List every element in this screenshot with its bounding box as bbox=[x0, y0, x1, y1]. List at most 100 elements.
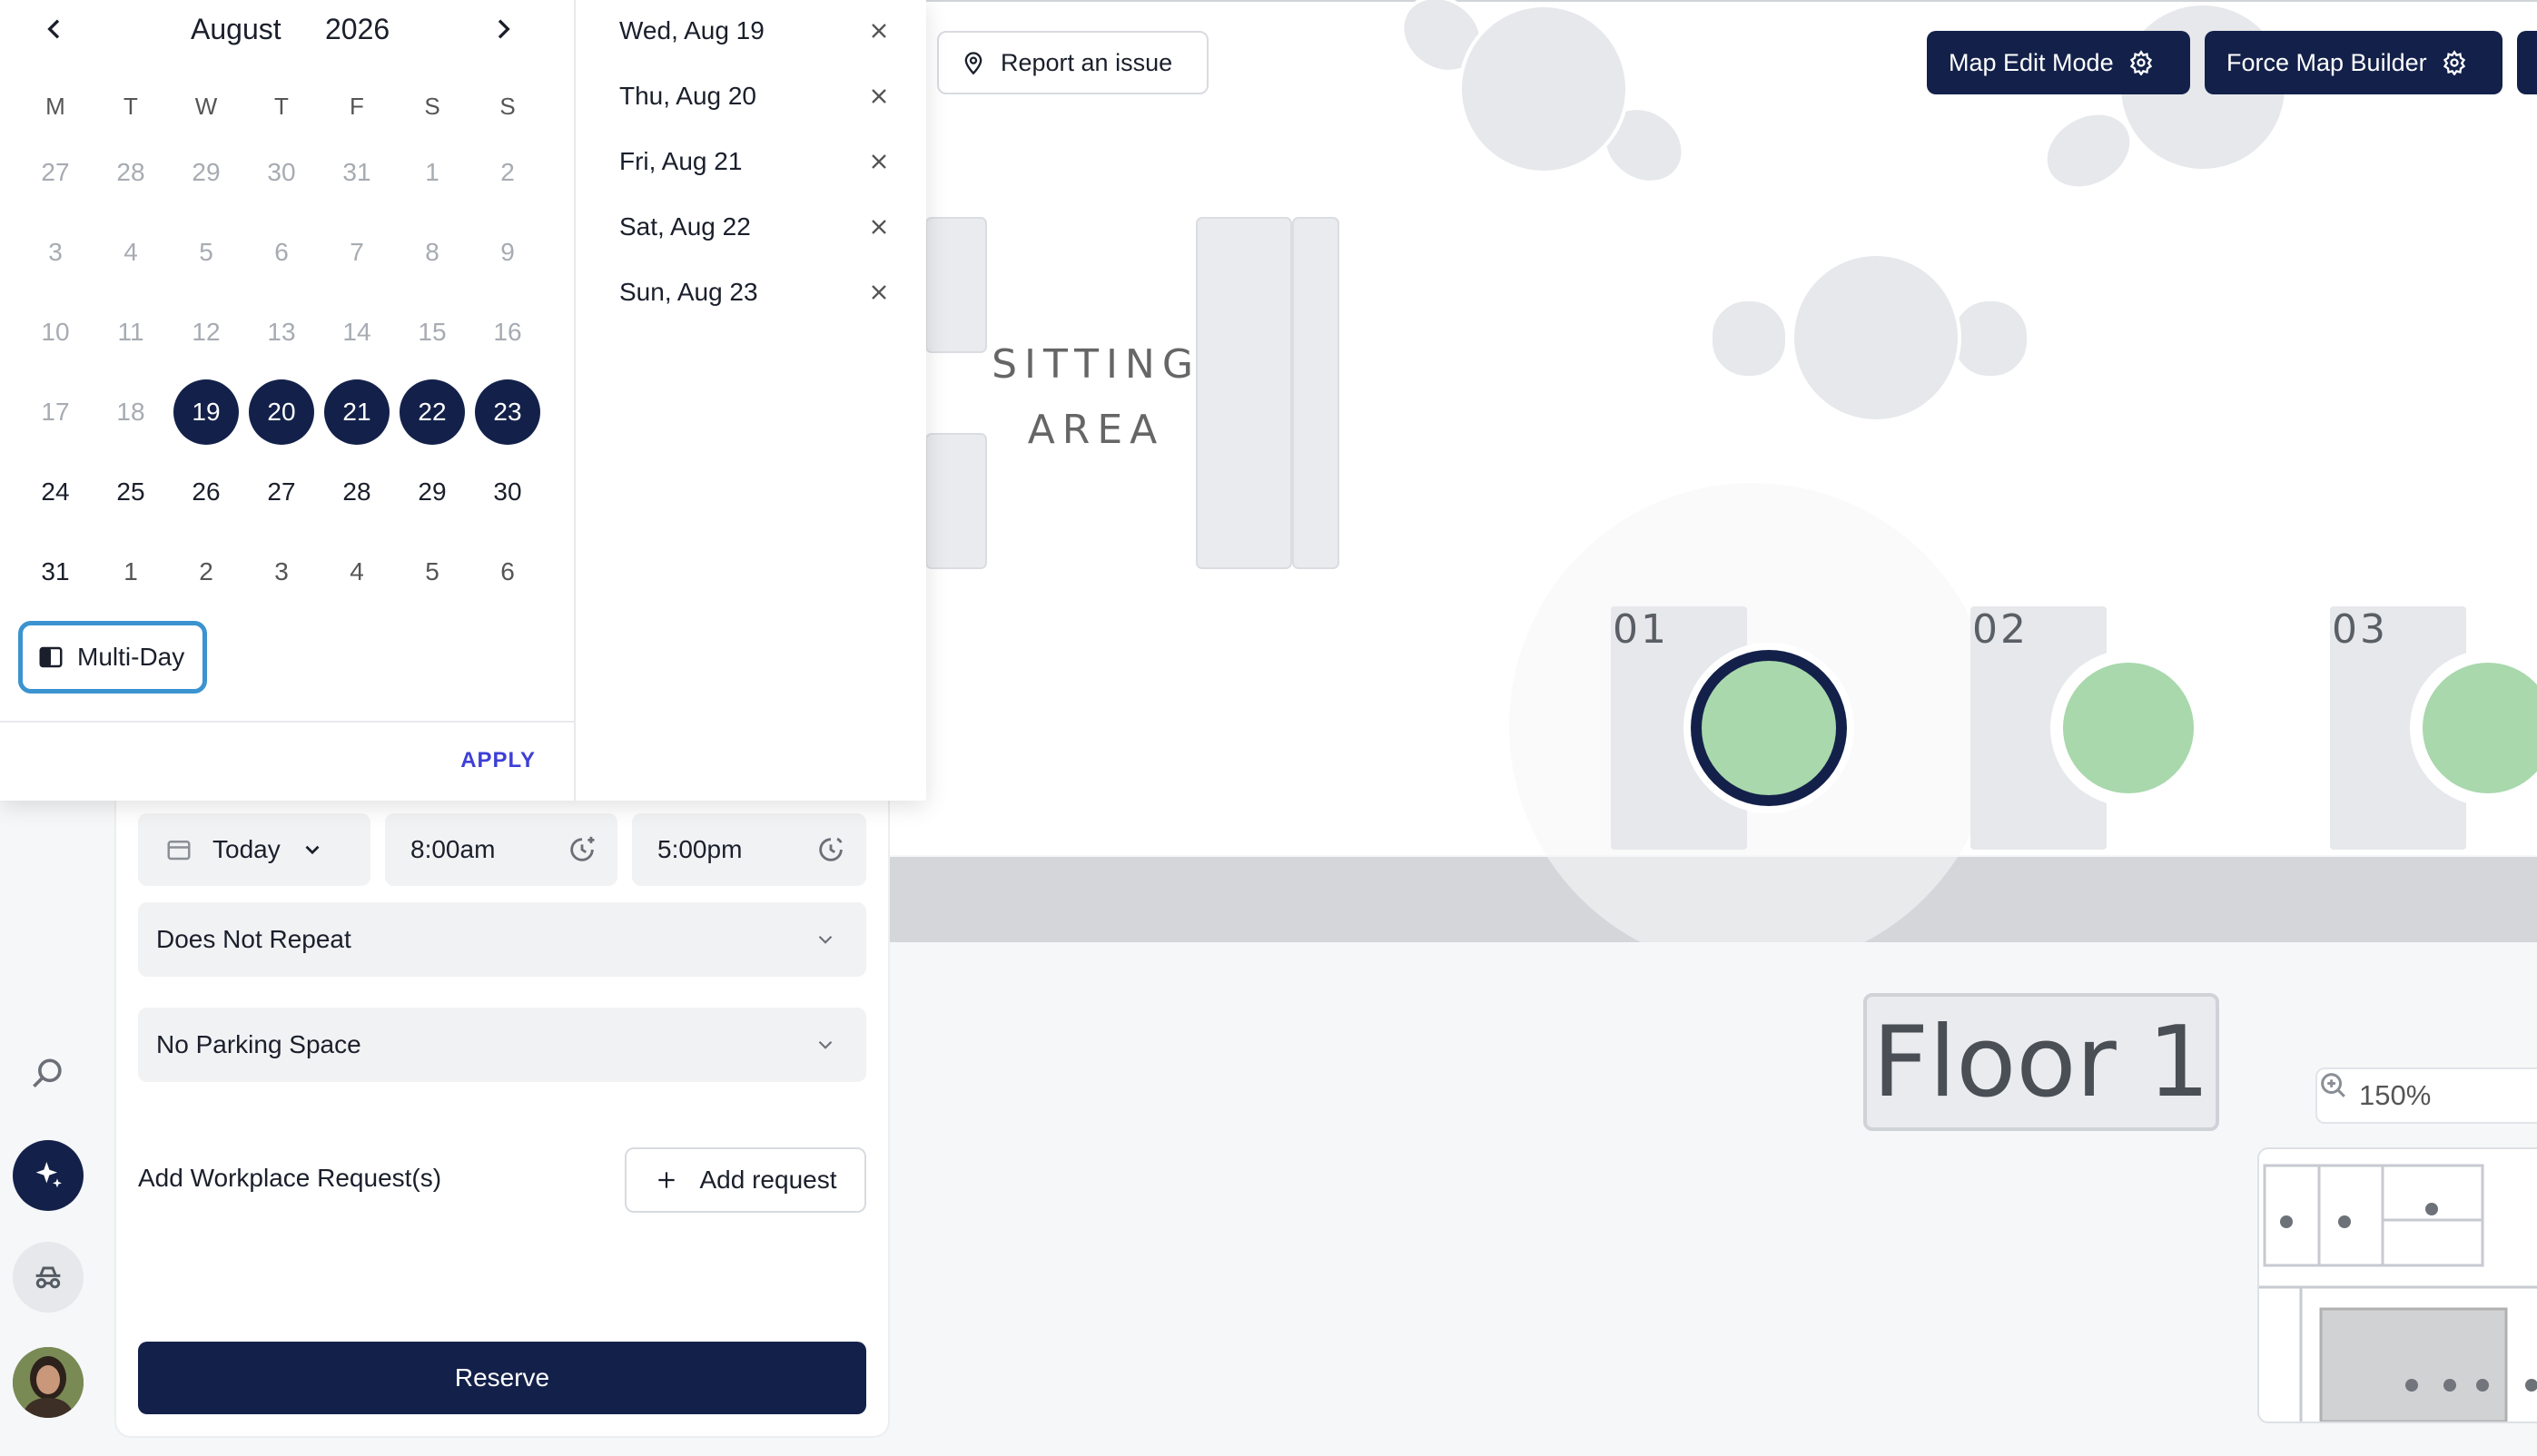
search-icon[interactable] bbox=[13, 1038, 84, 1109]
desk-label-02: 02 bbox=[1972, 606, 2029, 653]
calendar-day[interactable]: 12 bbox=[173, 300, 239, 365]
weekday-header: T bbox=[123, 93, 138, 120]
calendar-month-view: August 2026 M T W T F S S 27 28 29 30 31… bbox=[0, 0, 576, 801]
minimap[interactable] bbox=[2257, 1147, 2537, 1423]
selected-date-item: Sun, Aug 23 bbox=[619, 274, 892, 310]
calendar-day[interactable]: 27 bbox=[23, 140, 88, 205]
minimap-canvas bbox=[2259, 1164, 2537, 1422]
calendar-header: August 2026 bbox=[0, 11, 574, 51]
calendar-day[interactable]: 18 bbox=[98, 379, 163, 445]
clock-end-icon bbox=[815, 834, 846, 865]
workplace-request-label: Add Workplace Request(s) bbox=[138, 1164, 442, 1192]
add-request-button[interactable]: Add request bbox=[625, 1147, 866, 1213]
calendar-day[interactable]: 30 bbox=[249, 140, 314, 205]
report-issue-button[interactable]: Report an issue bbox=[937, 31, 1209, 94]
start-time-value: 8:00am bbox=[410, 835, 496, 863]
parking-select[interactable]: No Parking Space bbox=[138, 1008, 866, 1082]
calendar-day-selected[interactable]: 21 bbox=[324, 379, 390, 445]
calendar-day-selected[interactable]: 22 bbox=[400, 379, 465, 445]
date-picker-popup: August 2026 M T W T F S S 27 28 29 30 31… bbox=[0, 0, 926, 801]
calendar-day[interactable]: 28 bbox=[324, 459, 390, 525]
calendar-day[interactable]: 27 bbox=[249, 459, 314, 525]
split-square-icon bbox=[37, 644, 64, 671]
desk-02-seat[interactable] bbox=[2063, 663, 2194, 793]
force-map-builder-button[interactable]: Force Map Builder bbox=[2205, 31, 2502, 94]
calendar-day[interactable]: 1 bbox=[98, 539, 163, 605]
parking-select-label: No Parking Space bbox=[156, 1030, 361, 1058]
selected-date-label: Sat, Aug 22 bbox=[619, 212, 751, 241]
sparkle-icon[interactable] bbox=[13, 1140, 84, 1211]
calendar-day-selected[interactable]: 20 bbox=[249, 379, 314, 445]
calendar-day[interactable]: 4 bbox=[98, 220, 163, 285]
calendar-day[interactable]: 17 bbox=[23, 379, 88, 445]
map-edit-mode-label: Map Edit Mode bbox=[1949, 48, 2114, 76]
force-map-builder-label: Force Map Builder bbox=[2226, 48, 2427, 76]
calendar-day[interactable]: 6 bbox=[249, 220, 314, 285]
selected-date-item: Fri, Aug 21 bbox=[619, 143, 892, 180]
selected-date-item: Sat, Aug 22 bbox=[619, 209, 892, 245]
chevron-right-icon[interactable] bbox=[489, 15, 518, 44]
weekday-header: T bbox=[274, 93, 289, 120]
calendar-day[interactable]: 2 bbox=[173, 539, 239, 605]
calendar-day[interactable]: 14 bbox=[324, 300, 390, 365]
desk-01-seat[interactable] bbox=[1691, 650, 1847, 806]
calendar-day[interactable]: 28 bbox=[98, 140, 163, 205]
multi-day-label: Multi-Day bbox=[77, 643, 185, 671]
add-request-label: Add request bbox=[699, 1166, 837, 1194]
calendar-day[interactable]: 29 bbox=[400, 459, 465, 525]
calendar-day[interactable]: 13 bbox=[249, 300, 314, 365]
apply-button[interactable]: APPLY bbox=[460, 748, 536, 773]
close-icon[interactable] bbox=[866, 18, 892, 44]
calendar-day[interactable]: 6 bbox=[475, 539, 540, 605]
plus-icon bbox=[655, 1168, 678, 1192]
calendar-day[interactable]: 7 bbox=[324, 220, 390, 285]
selected-date-label: Sun, Aug 23 bbox=[619, 278, 758, 306]
repeat-select-label: Does Not Repeat bbox=[156, 925, 351, 953]
calendar-day[interactable]: 25 bbox=[98, 459, 163, 525]
start-time-field[interactable]: 8:00am bbox=[385, 813, 617, 886]
repeat-select[interactable]: Does Not Repeat bbox=[138, 902, 866, 977]
close-icon[interactable] bbox=[866, 149, 892, 174]
calendar-day[interactable]: 4 bbox=[324, 539, 390, 605]
selected-date-item: Wed, Aug 19 bbox=[619, 13, 892, 49]
close-icon[interactable] bbox=[866, 214, 892, 240]
chevron-left-icon[interactable] bbox=[40, 15, 69, 44]
calendar-day[interactable]: 2 bbox=[475, 140, 540, 205]
close-icon[interactable] bbox=[866, 280, 892, 305]
end-time-field[interactable]: 5:00pm bbox=[632, 813, 866, 886]
calendar-day[interactable]: 11 bbox=[98, 300, 163, 365]
calendar-day[interactable]: 16 bbox=[475, 300, 540, 365]
calendar-day[interactable]: 3 bbox=[249, 539, 314, 605]
overflow-toolbar-button[interactable] bbox=[2517, 31, 2537, 94]
map-edit-mode-button[interactable]: Map Edit Mode bbox=[1927, 31, 2190, 94]
calendar-day-selected[interactable]: 23 bbox=[475, 379, 540, 445]
calendar-day[interactable]: 26 bbox=[173, 459, 239, 525]
weekday-header: M bbox=[45, 93, 65, 120]
end-time-value: 5:00pm bbox=[657, 835, 743, 863]
calendar-day[interactable]: 1 bbox=[400, 140, 465, 205]
calendar-day[interactable]: 5 bbox=[173, 220, 239, 285]
calendar-day[interactable]: 24 bbox=[23, 459, 88, 525]
calendar-day[interactable]: 29 bbox=[173, 140, 239, 205]
avatar[interactable] bbox=[13, 1347, 84, 1418]
incognito-icon[interactable] bbox=[13, 1242, 84, 1313]
calendar-day[interactable]: 31 bbox=[23, 539, 88, 605]
reserve-button[interactable]: Reserve bbox=[138, 1342, 866, 1414]
calendar-day[interactable]: 3 bbox=[23, 220, 88, 285]
date-select[interactable]: Today bbox=[138, 813, 370, 886]
calendar-day[interactable]: 31 bbox=[324, 140, 390, 205]
calendar-day[interactable]: 5 bbox=[400, 539, 465, 605]
desk-03-seat[interactable] bbox=[2423, 663, 2537, 793]
close-icon[interactable] bbox=[866, 84, 892, 109]
multi-day-toggle[interactable]: Multi-Day bbox=[18, 621, 207, 694]
calendar-day[interactable]: 8 bbox=[400, 220, 465, 285]
calendar-day[interactable]: 15 bbox=[400, 300, 465, 365]
selected-date-label: Fri, Aug 21 bbox=[619, 147, 743, 175]
zoom-level: 150% bbox=[2359, 1079, 2432, 1111]
location-pin-icon bbox=[961, 50, 986, 75]
calendar-day[interactable]: 10 bbox=[23, 300, 88, 365]
calendar-day[interactable]: 30 bbox=[475, 459, 540, 525]
gear-icon bbox=[2442, 50, 2467, 75]
calendar-day-selected[interactable]: 19 bbox=[173, 379, 239, 445]
calendar-day[interactable]: 9 bbox=[475, 220, 540, 285]
